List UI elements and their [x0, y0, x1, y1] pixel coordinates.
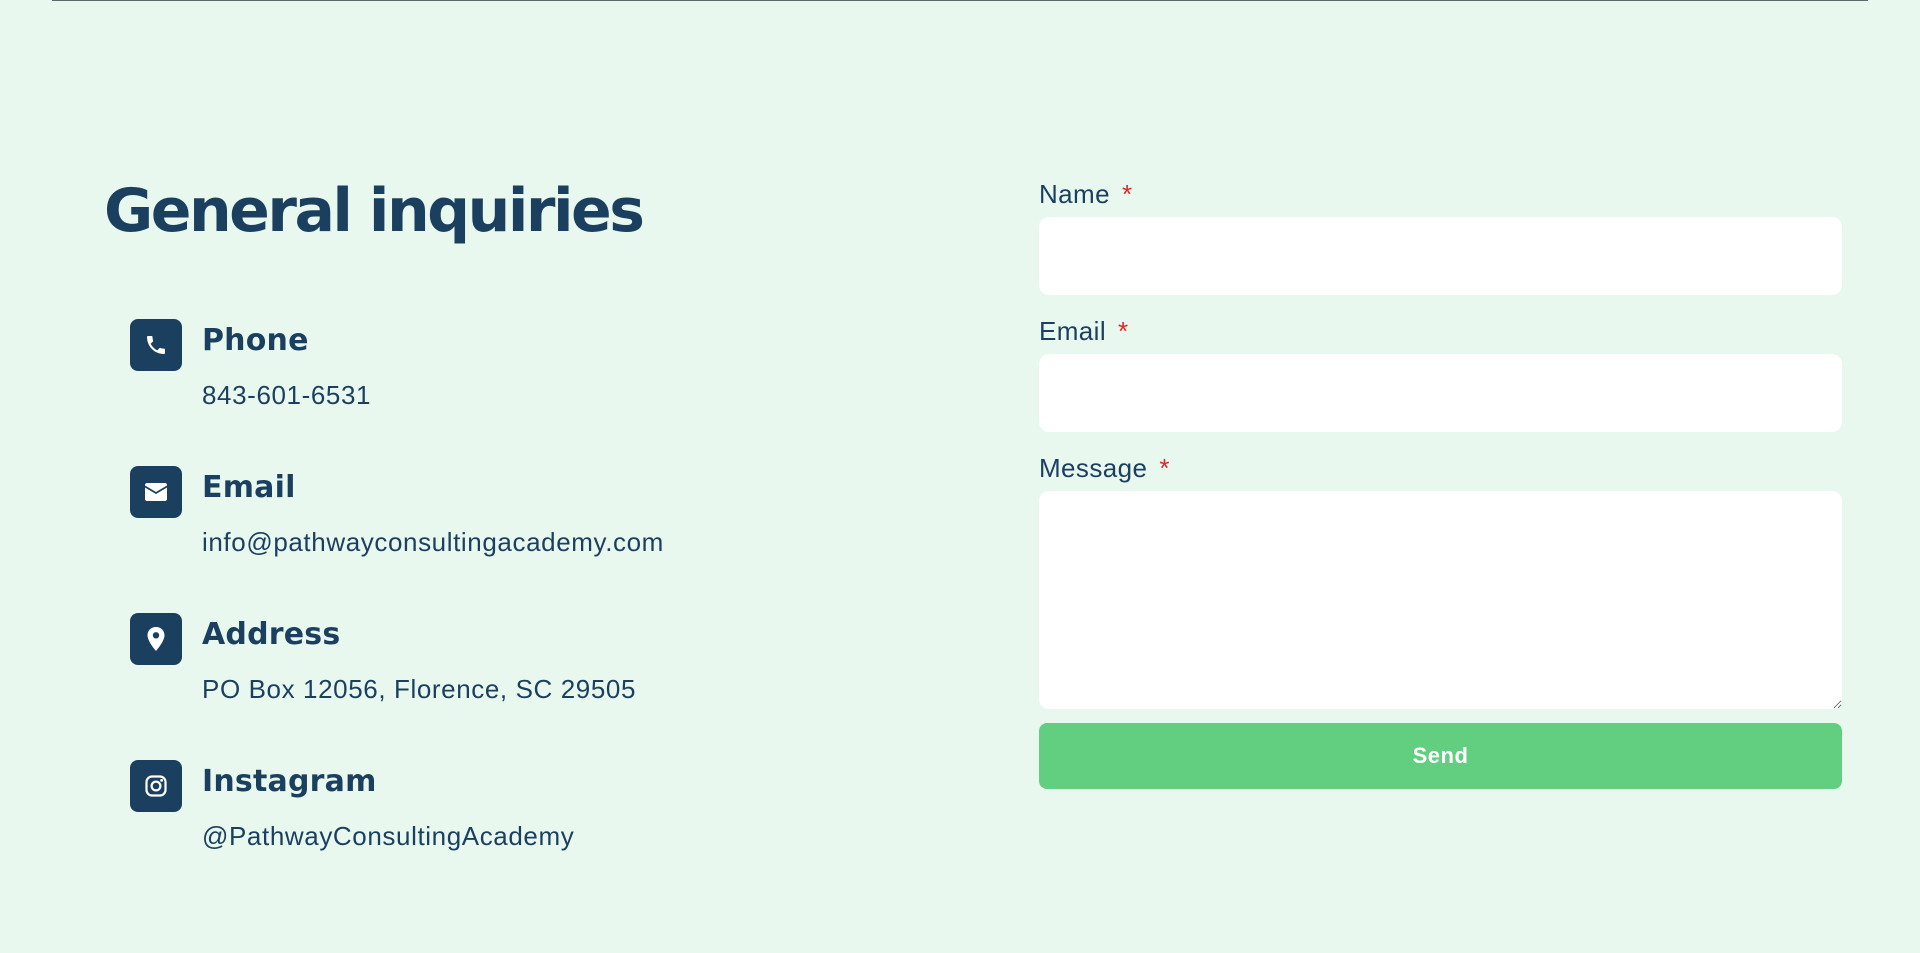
- name-label: Name *: [1039, 177, 1133, 211]
- required-marker: *: [1159, 453, 1170, 483]
- postal-address: PO Box 12056, Florence, SC 29505: [202, 674, 637, 704]
- instagram-handle[interactable]: @PathwayConsultingAcademy: [202, 820, 574, 852]
- contact-heading-email: Email: [202, 470, 296, 505]
- send-button[interactable]: Send: [1039, 723, 1842, 789]
- message-label: Message *: [1039, 451, 1170, 485]
- contact-item-address: Address PO Box 12056, Florence, SC 29505: [130, 613, 830, 733]
- name-label-text: Name: [1039, 179, 1110, 209]
- contact-item-phone: Phone 843-601-6531: [130, 319, 830, 439]
- email-label-text: Email: [1039, 316, 1107, 346]
- envelope-icon: [130, 466, 182, 518]
- required-marker: *: [1121, 179, 1133, 209]
- required-marker: *: [1118, 316, 1129, 346]
- contact-heading-phone: Phone: [202, 323, 309, 358]
- email-field[interactable]: [1039, 354, 1842, 432]
- message-label-text: Message: [1039, 453, 1148, 483]
- email-label: Email *: [1039, 314, 1129, 348]
- contact-item-email: Email info@pathwayconsultingacademy.com: [130, 466, 830, 586]
- map-pin-icon: [130, 613, 182, 665]
- top-divider: [52, 0, 1868, 1]
- phone-number: 843-601-6531: [202, 380, 372, 410]
- email-address: info@pathwayconsultingacademy.com: [202, 527, 664, 557]
- contact-heading-address: Address: [202, 617, 341, 652]
- phone-icon: [130, 319, 182, 371]
- page-title: General inquiries: [104, 176, 645, 246]
- instagram-icon: [130, 760, 182, 812]
- contact-item-instagram: Instagram @PathwayConsultingAcademy: [130, 760, 830, 880]
- name-field[interactable]: [1039, 217, 1842, 295]
- contact-heading-instagram: Instagram: [202, 764, 377, 799]
- message-field[interactable]: [1039, 491, 1842, 709]
